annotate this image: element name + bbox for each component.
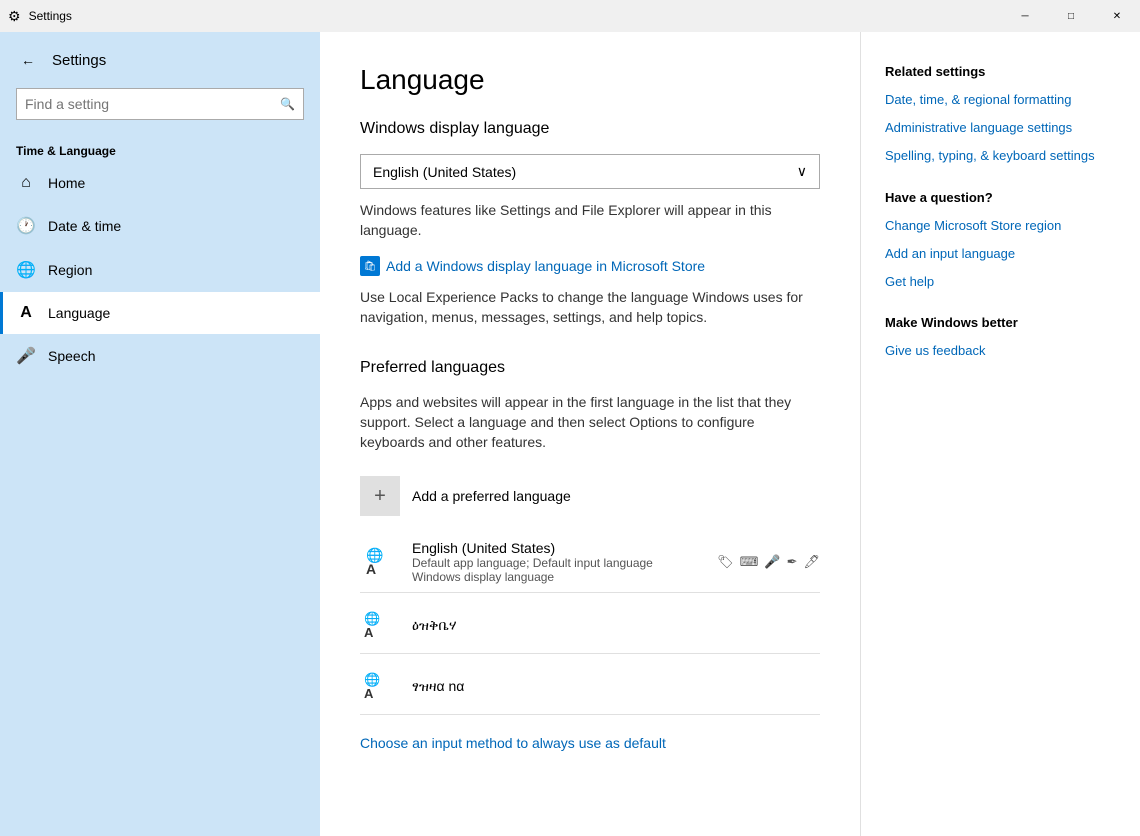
display-language-title: Windows display language — [360, 120, 820, 138]
related-link-date-time[interactable]: Date, time, & regional formatting — [885, 91, 1116, 109]
badge-mic-icon: 🎤 — [764, 554, 780, 570]
sidebar-header: ← Settings — [0, 32, 320, 80]
sidebar-item-date-time-label: Date & time — [48, 218, 121, 234]
language-info-english: English (United States) Default app lang… — [412, 540, 705, 584]
right-panel: Related settings Date, time, & regional … — [860, 32, 1140, 836]
language-item-2[interactable]: 🌐 A ዕዝቅቤሃ — [360, 597, 820, 654]
display-language-section: Windows display language English (United… — [360, 120, 820, 327]
display-language-desc: Windows features like Settings and File … — [360, 201, 820, 240]
language-info-2: ዕዝቅቤሃ — [412, 617, 820, 634]
close-button[interactable]: ✕ — [1094, 0, 1140, 32]
related-settings-title: Related settings — [885, 64, 1116, 79]
make-better-section: Make Windows better Give us feedback — [885, 315, 1116, 360]
sidebar-section-label: Time & Language — [0, 136, 320, 162]
sidebar-item-home-label: Home — [48, 175, 85, 191]
related-link-admin-language[interactable]: Administrative language settings — [885, 119, 1116, 137]
language-item-3[interactable]: 🌐 A ፃዝዛα nα — [360, 658, 820, 715]
preferred-languages-title: Preferred languages — [360, 359, 820, 377]
add-language-label: Add a preferred language — [412, 488, 571, 504]
search-box[interactable]: 🔍 — [16, 88, 304, 120]
search-input[interactable] — [25, 96, 280, 112]
local-packs-desc: Use Local Experience Packs to change the… — [360, 288, 820, 327]
question-link-get-help[interactable]: Get help — [885, 273, 1116, 291]
speech-icon: 🎤 — [16, 346, 36, 366]
related-link-spelling[interactable]: Spelling, typing, & keyboard settings — [885, 147, 1116, 165]
store-link[interactable]: 🛍 Add a Windows display language in Micr… — [360, 256, 820, 276]
date-time-icon: 🕐 — [16, 216, 36, 236]
language-name-english: English (United States) — [412, 540, 705, 556]
give-feedback-link[interactable]: Give us feedback — [885, 342, 1116, 360]
sidebar-item-speech-label: Speech — [48, 348, 95, 364]
language-badges-english: 🏷 ⌨ 🎤 ✒ 🖊 — [717, 554, 820, 570]
language-info-3: ፃዝዛα nα — [412, 678, 820, 695]
sidebar-item-speech[interactable]: 🎤 Speech — [0, 334, 320, 378]
back-button[interactable]: ← — [16, 48, 40, 72]
language-icon: A — [16, 304, 36, 322]
badge-tag-icon: 🏷 — [717, 554, 734, 570]
language-item-english[interactable]: 🌐 A English (United States) Default app … — [360, 532, 820, 593]
sidebar-item-home[interactable]: ⌂ Home — [0, 162, 320, 204]
svg-text:A: A — [364, 625, 374, 640]
search-icon: 🔍 — [280, 97, 295, 111]
chevron-down-icon: ∨ — [797, 163, 807, 180]
badge-pen-icon: ✒ — [787, 554, 798, 570]
sidebar-item-date-time[interactable]: 🕐 Date & time — [0, 204, 320, 248]
sidebar-nav: ⌂ Home 🕐 Date & time 🌐 Region A Language… — [0, 162, 320, 378]
language-icon-2: 🌐 A — [360, 605, 400, 645]
choose-input-link[interactable]: Choose an input method to always use as … — [360, 735, 666, 751]
make-better-title: Make Windows better — [885, 315, 1116, 330]
have-question-section: Have a question? Change Microsoft Store … — [885, 190, 1116, 292]
sidebar-item-language-label: Language — [48, 305, 110, 321]
preferred-languages-desc: Apps and websites will appear in the fir… — [360, 393, 820, 452]
language-icon-3: 🌐 A — [360, 666, 400, 706]
sidebar-item-region-label: Region — [48, 262, 92, 278]
titlebar-title: Settings — [29, 9, 72, 23]
language-dropdown[interactable]: English (United States) ∨ — [360, 154, 820, 189]
home-icon: ⌂ — [16, 174, 36, 192]
language-icon-english: 🌐 A — [360, 542, 400, 582]
titlebar: ⚙ Settings ─ □ ✕ — [0, 0, 1140, 32]
have-question-title: Have a question? — [885, 190, 1116, 205]
svg-text:A: A — [364, 686, 374, 701]
sidebar-item-region[interactable]: 🌐 Region — [0, 248, 320, 292]
store-link-label: Add a Windows display language in Micros… — [386, 258, 705, 274]
language-name-2: ዕዝቅቤሃ — [412, 617, 820, 634]
preferred-languages-section: Preferred languages Apps and websites wi… — [360, 359, 820, 753]
badge-keyboard-icon: ⌨ — [740, 554, 759, 570]
sidebar-app-title: Settings — [52, 52, 106, 69]
svg-text:🌐: 🌐 — [364, 672, 380, 687]
language-detail-english: Default app language; Default input lang… — [412, 556, 705, 584]
language-name-3: ፃዝዛα nα — [412, 678, 820, 695]
badge-edit-icon: 🖊 — [803, 554, 820, 570]
content-area: Language Windows display language Englis… — [320, 32, 1140, 836]
region-icon: 🌐 — [16, 260, 36, 280]
add-language-button[interactable]: + Add a preferred language — [360, 468, 820, 524]
sidebar: ← Settings 🔍 Time & Language ⌂ Home 🕐 Da… — [0, 32, 320, 836]
sidebar-item-language[interactable]: A Language — [0, 292, 320, 334]
plus-icon: + — [360, 476, 400, 516]
question-link-input-language[interactable]: Add an input language — [885, 245, 1116, 263]
titlebar-left: ⚙ Settings — [8, 8, 72, 25]
app-icon: ⚙ — [8, 8, 21, 25]
maximize-button[interactable]: □ — [1048, 0, 1094, 32]
svg-text:🌐: 🌐 — [364, 611, 380, 626]
svg-text:A: A — [366, 561, 376, 577]
main-content: Language Windows display language Englis… — [320, 32, 860, 836]
minimize-button[interactable]: ─ — [1002, 0, 1048, 32]
titlebar-controls: ─ □ ✕ — [1002, 0, 1140, 32]
question-link-store-region[interactable]: Change Microsoft Store region — [885, 217, 1116, 235]
store-icon: 🛍 — [360, 256, 380, 276]
app-body: ← Settings 🔍 Time & Language ⌂ Home 🕐 Da… — [0, 32, 1140, 836]
dropdown-value: English (United States) — [373, 164, 516, 180]
page-title: Language — [360, 64, 820, 96]
